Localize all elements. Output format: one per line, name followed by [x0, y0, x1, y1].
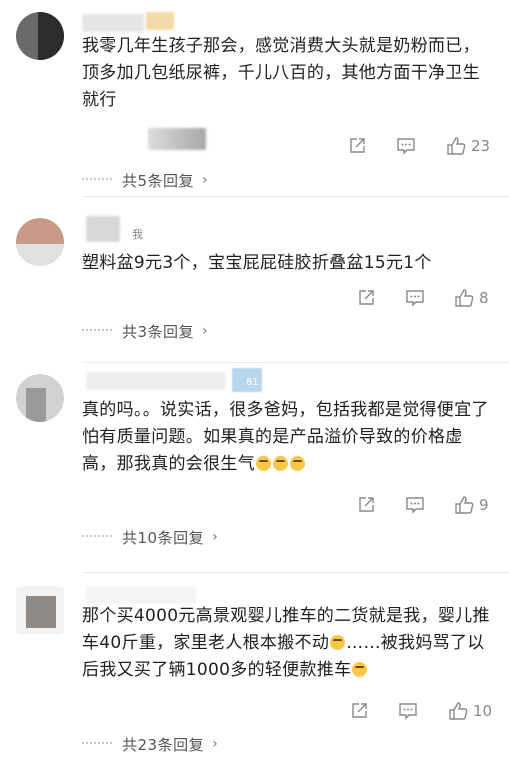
like-count: 23: [471, 137, 491, 155]
username-blurred: [82, 14, 144, 32]
dotted-line: [82, 178, 112, 182]
avatar[interactable]: [16, 586, 64, 634]
sweat-smile-emoji-icon: [330, 635, 346, 650]
crying-emoji-icon: [352, 662, 368, 677]
username-blurred: [86, 372, 226, 390]
comment-3: 81 真的吗。。说实话，很多爸妈，包括我都是觉得便宜了怕有质量问题。如果真的是产…: [0, 362, 509, 572]
reply-count: 共10条回复: [122, 528, 205, 547]
laughing-cat-emoji-icon: [273, 456, 288, 471]
avatar[interactable]: [16, 218, 64, 266]
reply-count: 共5条回复: [122, 171, 195, 190]
laughing-cat-emoji-icon: [290, 456, 305, 471]
chevron-right-icon: ›: [212, 529, 218, 545]
like-button[interactable]: 9: [454, 493, 489, 517]
comment-icon: [406, 290, 424, 307]
share-button[interactable]: [347, 134, 367, 158]
share-icon: [352, 703, 367, 718]
comment-text: 塑料盆9元3个，宝宝屁屁硅胶折叠盆15元1个: [82, 253, 432, 273]
laughing-cat-emoji-icon: [256, 456, 271, 471]
chevron-right-icon: ›: [212, 736, 218, 752]
like-button[interactable]: 10: [448, 699, 492, 723]
view-replies-link[interactable]: 共10条回复 ›: [82, 526, 218, 548]
share-icon: [359, 290, 374, 305]
comment-text: 那个买4000元高景观婴儿推车的二货就是我，婴儿推车40斤重，家里老人根本搬不动…: [82, 606, 490, 680]
comment-button[interactable]: [398, 699, 418, 723]
thumbs-up-icon: [449, 702, 468, 720]
share-button[interactable]: [349, 699, 369, 723]
dotted-line: [82, 535, 112, 539]
chevron-right-icon: ›: [202, 172, 208, 188]
thumbs-up-icon: [455, 496, 474, 514]
comment-button[interactable]: [396, 134, 416, 158]
username-blurred: [86, 586, 196, 604]
reply-count: 共23条回复: [122, 735, 205, 754]
comment-icon: [406, 497, 424, 514]
avatar[interactable]: [16, 12, 64, 60]
thumbs-up-icon: [447, 137, 466, 155]
like-button[interactable]: 23: [446, 134, 490, 158]
thumbs-up-icon: [455, 289, 474, 307]
comment-text: 真的吗。。说实话，很多爸妈，包括我都是觉得便宜了怕有质量问题。如果真的是产品溢价…: [82, 400, 489, 474]
comment-4: 那个买4000元高景观婴儿推车的二货就是我，婴儿推车40斤重，家里老人根本搬不动…: [0, 572, 509, 769]
like-count: 9: [479, 496, 489, 514]
username-fragment[interactable]: 我: [132, 226, 143, 242]
share-button[interactable]: [356, 286, 376, 310]
like-count: 8: [479, 289, 489, 307]
view-replies-link[interactable]: 共5条回复 ›: [82, 169, 208, 191]
comment-icon: [399, 703, 417, 720]
share-icon: [350, 138, 365, 153]
share-icon: [359, 497, 374, 512]
username-blurred[interactable]: [146, 12, 174, 30]
chevron-right-icon: ›: [202, 323, 208, 339]
reply-count: 共3条回复: [122, 322, 195, 341]
comment-text: 我零几年生孩子那会，感觉消费大头就是奶粉而已，顶多加几包纸尿裤，千儿八百的，其他…: [82, 36, 480, 110]
view-replies-link[interactable]: 共3条回复 ›: [82, 320, 208, 342]
comment-button[interactable]: [405, 493, 425, 517]
view-replies-link[interactable]: 共23条回复 ›: [82, 733, 218, 755]
share-button[interactable]: [356, 493, 376, 517]
comment-icon: [397, 138, 415, 155]
comment-button[interactable]: [405, 286, 425, 310]
avatar[interactable]: [16, 374, 64, 422]
username-blurred: [86, 216, 120, 242]
comment-2: 我 塑料盆9元3个，宝宝屁屁硅胶折叠盆15元1个 8 共3条回复 ›: [0, 196, 509, 362]
user-level-value: 81: [246, 377, 259, 388]
dotted-line: [82, 329, 112, 333]
comment-1: 我零几年生孩子那会，感觉消费大头就是奶粉而已，顶多加几包纸尿裤，千儿八百的，其他…: [0, 0, 509, 196]
like-count: 10: [473, 702, 493, 720]
like-button[interactable]: 8: [454, 286, 489, 310]
dotted-line: [82, 742, 112, 746]
